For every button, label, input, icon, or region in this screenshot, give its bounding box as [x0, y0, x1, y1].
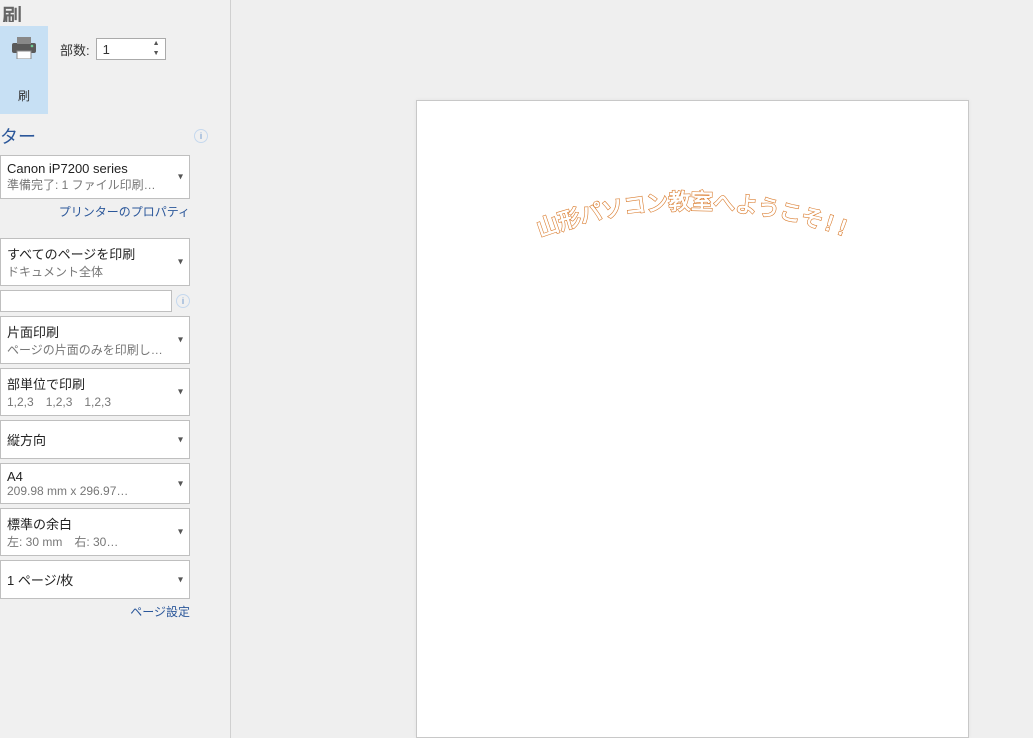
spinner-down-icon[interactable]: ▼ [153, 50, 163, 58]
printer-heading-row: ター i [0, 117, 210, 151]
info-icon[interactable]: i [194, 129, 208, 143]
chevron-down-icon: ▾ [178, 574, 183, 585]
chevron-down-icon: ▾ [178, 478, 183, 489]
printer-heading-fragment: ター [0, 123, 36, 149]
copies-label: 部数: [60, 40, 90, 59]
print-pages-sub: ドキュメント全体 [7, 263, 167, 280]
copies-value: 1 [103, 42, 110, 57]
printer-icon [10, 37, 38, 59]
collate-sub: 1,2,3 1,2,3 1,2,3 [7, 393, 167, 410]
preview-page: 山形パソコン教室へようこそ!! [416, 100, 969, 738]
chevron-down-icon: ▾ [178, 335, 183, 346]
collate-title: 部単位で印刷 [7, 374, 167, 393]
print-pages-select[interactable]: すべてのページを印刷 ドキュメント全体 ▾ [0, 238, 190, 286]
printer-status: 準備完了: 1 ファイル印刷… [7, 176, 167, 193]
margins-title: 標準の余白 [7, 514, 167, 533]
chevron-down-icon: ▾ [178, 257, 183, 268]
copies-spinner[interactable]: ▲ ▼ [153, 40, 163, 58]
chevron-down-icon: ▾ [178, 434, 183, 445]
spinner-up-icon[interactable]: ▲ [153, 40, 163, 48]
printer-select[interactable]: Canon iP7200 series 準備完了: 1 ファイル印刷… ▾ [0, 155, 190, 199]
margins-select[interactable]: 標準の余白 左: 30 mm 右: 30… ▾ [0, 508, 190, 556]
orientation-select[interactable]: 縦方向 ▾ [0, 420, 190, 459]
paper-size-select[interactable]: A4 209.98 mm x 296.97… ▾ [0, 463, 190, 504]
chevron-down-icon: ▾ [178, 387, 183, 398]
margins-sub: 左: 30 mm 右: 30… [7, 533, 167, 550]
duplex-title: 片面印刷 [7, 322, 167, 341]
copies-input[interactable]: 1 ▲ ▼ [96, 38, 166, 60]
print-pages-title: すべてのページを印刷 [7, 244, 167, 263]
printer-properties-link[interactable]: プリンターのプロパティ [59, 205, 190, 219]
paper-title: A4 [7, 469, 167, 484]
copies-row: 部数: 1 ▲ ▼ [60, 26, 166, 60]
print-main-section: 刷 部数: 1 ▲ ▼ [0, 22, 210, 117]
info-icon[interactable]: i [176, 294, 190, 308]
print-sidebar: 刷 刷 部数: 1 ▲ ▼ ター [0, 0, 220, 738]
print-button-label: 刷 [18, 87, 30, 104]
print-button[interactable]: 刷 [0, 26, 48, 114]
chevron-down-icon: ▾ [178, 527, 183, 538]
page-title-fragment: 刷 [0, 0, 210, 22]
svg-text:山形パソコン教室へようこそ!!: 山形パソコン教室へようこそ!! [533, 189, 851, 243]
pages-per-sheet-title: 1 ページ/枚 [7, 566, 167, 593]
duplex-sub: ページの片面のみを印刷し… [7, 341, 167, 358]
pages-per-sheet-select[interactable]: 1 ページ/枚 ▾ [0, 560, 190, 599]
orientation-title: 縦方向 [7, 426, 167, 453]
page-range-row: i [0, 290, 190, 312]
printer-name: Canon iP7200 series [7, 161, 167, 176]
page-setup-link[interactable]: ページ設定 [130, 605, 190, 619]
paper-sub: 209.98 mm x 296.97… [7, 484, 167, 498]
duplex-select[interactable]: 片面印刷 ページの片面のみを印刷し… ▾ [0, 316, 190, 364]
wordart-text: 山形パソコン教室へようこそ!! [533, 189, 851, 243]
chevron-down-icon: ▾ [178, 172, 183, 183]
page-range-input[interactable] [0, 290, 172, 312]
document-wordart: 山形パソコン教室へようこそ!! [533, 196, 853, 236]
collate-select[interactable]: 部単位で印刷 1,2,3 1,2,3 1,2,3 ▾ [0, 368, 190, 416]
print-preview-area: 山形パソコン教室へようこそ!! [230, 0, 1033, 738]
